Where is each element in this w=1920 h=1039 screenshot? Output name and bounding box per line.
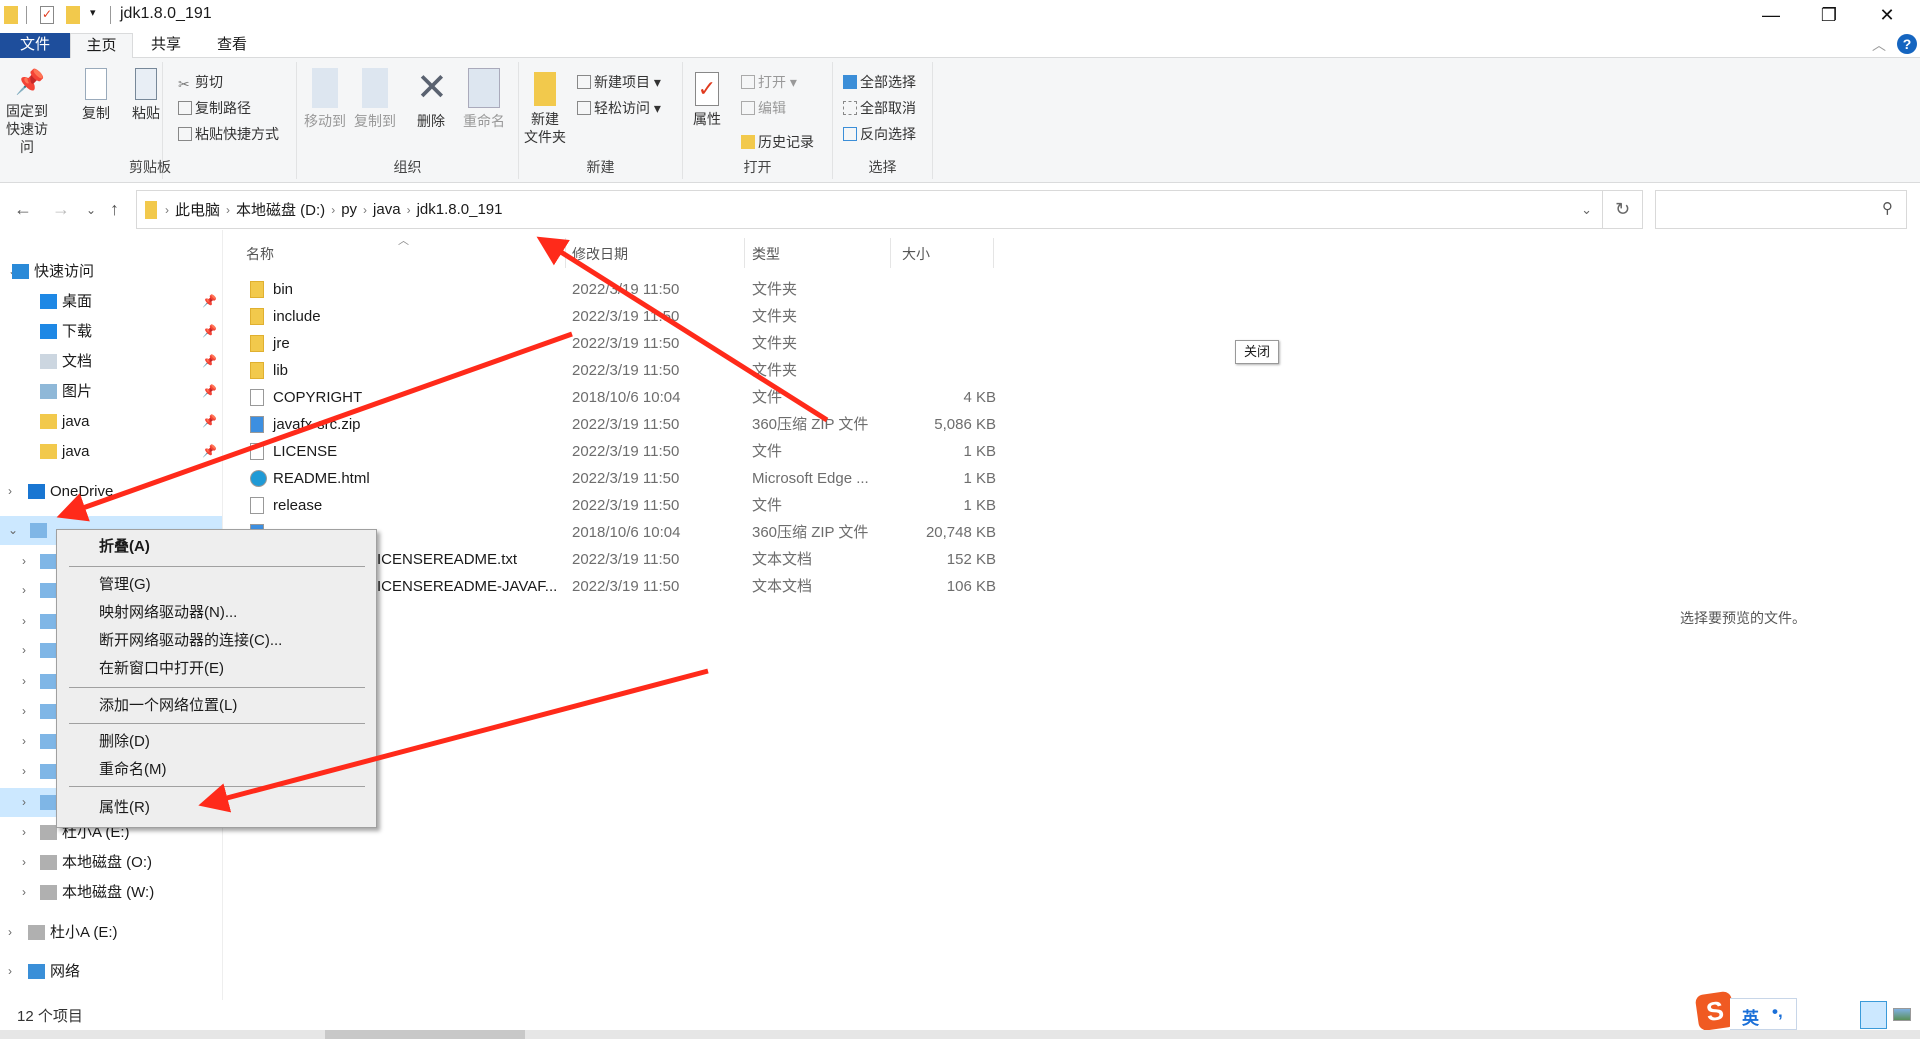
item-count: 12 个项目 bbox=[17, 1008, 83, 1025]
large-icons-view-icon[interactable] bbox=[1893, 1008, 1911, 1021]
details-view-icon[interactable] bbox=[1860, 1001, 1887, 1029]
scrollbar-thumb[interactable] bbox=[325, 1030, 525, 1039]
arrow-to-properties bbox=[198, 668, 709, 813]
ime-toolbar[interactable]: 英 •, bbox=[1730, 998, 1797, 1030]
ime-punctuation[interactable]: •, bbox=[1772, 1002, 1783, 1022]
arrow-to-this-pc bbox=[56, 331, 573, 522]
arrow-to-address-bar bbox=[536, 236, 829, 423]
horizontal-scrollbar[interactable] bbox=[0, 1030, 1920, 1039]
ime-mode[interactable]: 英 bbox=[1742, 1004, 1759, 1029]
annotation-arrows bbox=[56, 236, 829, 813]
